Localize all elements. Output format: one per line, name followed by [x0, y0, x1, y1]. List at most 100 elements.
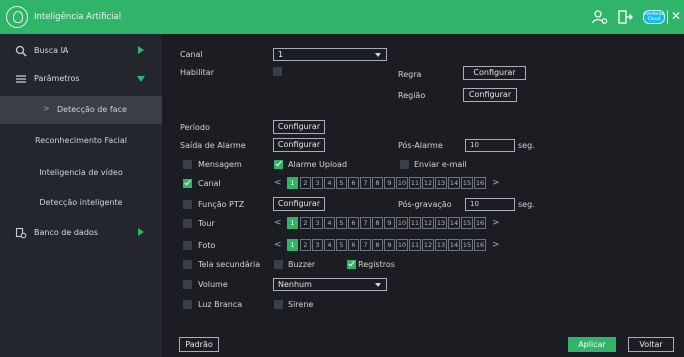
pos-alarme-label: Pós-Alarme	[398, 141, 443, 150]
canal-checkbox[interactable]	[183, 179, 192, 188]
channel-3[interactable]: 3	[312, 239, 323, 251]
channel-13[interactable]: 13	[435, 177, 447, 189]
habilitar-checkbox[interactable]	[273, 67, 282, 76]
pager-prev-button[interactable]: <	[274, 239, 282, 251]
funcao-ptz-label: Função PTZ	[198, 200, 245, 209]
pager-next-button[interactable]: >	[492, 239, 500, 251]
registros-label: Registros	[358, 260, 395, 269]
channel-9[interactable]: 9	[384, 177, 395, 189]
channel-1[interactable]: 1	[287, 217, 298, 229]
channel-10[interactable]: 10	[396, 217, 408, 229]
channel-10[interactable]: 10	[396, 177, 408, 189]
channel-7[interactable]: 7	[360, 177, 371, 189]
volume-select[interactable]: Nenhum	[273, 278, 387, 291]
channel-7[interactable]: 7	[360, 239, 371, 251]
canal-select[interactable]: 1	[273, 48, 387, 61]
sidebar-item-inteligencia-de-video[interactable]: Inteligencia de vídeo	[0, 159, 162, 187]
volume-checkbox[interactable]	[183, 280, 192, 289]
channel-9[interactable]: 9	[384, 239, 395, 251]
channel-15[interactable]: 15	[461, 239, 473, 251]
enviar-email-checkbox[interactable]	[400, 160, 409, 169]
sidebar-item-reconhecimento-facial[interactable]: Reconhecimento Facial	[0, 127, 162, 155]
channel-13[interactable]: 13	[435, 239, 447, 251]
channel-11[interactable]: 11	[409, 177, 421, 189]
registros-checkbox[interactable]	[347, 260, 356, 269]
ptz-configurar-button[interactable]: Configurar	[273, 197, 325, 211]
channel-8[interactable]: 8	[372, 217, 383, 229]
aplicar-button[interactable]: Aplicar	[568, 337, 616, 352]
logout-icon[interactable]	[617, 9, 633, 25]
channel-6[interactable]: 6	[348, 239, 359, 251]
voltar-button[interactable]: Voltar	[628, 337, 674, 352]
pager-next-button[interactable]: >	[492, 217, 500, 229]
saida-configurar-button[interactable]: Configurar	[273, 138, 325, 152]
funcao-ptz-checkbox[interactable]	[183, 200, 192, 209]
channel-6[interactable]: 6	[348, 217, 359, 229]
mensagem-checkbox[interactable]	[183, 160, 192, 169]
channel-4[interactable]: 4	[324, 177, 335, 189]
channel-4[interactable]: 4	[324, 239, 335, 251]
channel-5[interactable]: 5	[336, 177, 347, 189]
sidebar-item-label: Banco de dados	[34, 228, 98, 237]
channel-6[interactable]: 6	[348, 177, 359, 189]
sirene-label: Sirene	[288, 300, 314, 309]
pos-gravacao-input[interactable]: 10	[465, 198, 515, 211]
sirene-checkbox[interactable]	[274, 300, 283, 309]
channel-2[interactable]: 2	[300, 177, 311, 189]
channel-16[interactable]: 16	[474, 217, 486, 229]
list-icon	[16, 75, 26, 83]
user-settings-icon[interactable]	[592, 9, 608, 25]
channel-7[interactable]: 7	[360, 217, 371, 229]
cloud-icon[interactable]: Intelbras Cloud	[643, 10, 665, 24]
pager-next-button[interactable]: >	[492, 177, 500, 189]
channel-8[interactable]: 8	[372, 239, 383, 251]
channel-15[interactable]: 15	[461, 177, 473, 189]
channel-12[interactable]: 12	[422, 217, 434, 229]
channel-10[interactable]: 10	[396, 239, 408, 251]
padrao-button[interactable]: Padrão	[179, 337, 219, 352]
channel-2[interactable]: 2	[300, 239, 311, 251]
channel-8[interactable]: 8	[372, 177, 383, 189]
channel-11[interactable]: 11	[409, 239, 421, 251]
pager-prev-button[interactable]: <	[274, 177, 282, 189]
channel-5[interactable]: 5	[336, 217, 347, 229]
sidebar-item-parametros[interactable]: Parâmetros	[0, 66, 162, 92]
alarme-upload-checkbox[interactable]	[274, 160, 283, 169]
channel-16[interactable]: 16	[474, 177, 486, 189]
channel-14[interactable]: 14	[448, 177, 460, 189]
pos-alarme-input[interactable]: 10	[465, 139, 515, 152]
channel-2[interactable]: 2	[300, 217, 311, 229]
channel-3[interactable]: 3	[312, 217, 323, 229]
channel-12[interactable]: 12	[422, 177, 434, 189]
channel-1[interactable]: 1	[287, 239, 298, 251]
channel-9[interactable]: 9	[384, 217, 395, 229]
sidebar-item-deteccao-inteligente[interactable]: Detecção inteligente	[0, 189, 162, 217]
sidebar-item-busca-ia[interactable]: Busca IA	[0, 38, 162, 64]
regra-configurar-button[interactable]: Configurar	[463, 66, 526, 80]
channel-14[interactable]: 14	[448, 239, 460, 251]
periodo-configurar-button[interactable]: Configurar	[273, 120, 325, 134]
channel-11[interactable]: 11	[409, 217, 421, 229]
foto-checkbox[interactable]	[183, 241, 192, 250]
close-icon[interactable]: ✕	[671, 9, 681, 23]
channel-14[interactable]: 14	[448, 217, 460, 229]
channel-4[interactable]: 4	[324, 217, 335, 229]
pager-prev-button[interactable]: <	[274, 217, 282, 229]
buzzer-checkbox[interactable]	[274, 260, 283, 269]
tela-secundaria-checkbox[interactable]	[183, 260, 192, 269]
sidebar-item-banco-de-dados[interactable]: Banco de dados	[0, 220, 162, 246]
channel-5[interactable]: 5	[336, 239, 347, 251]
luz-branca-checkbox[interactable]	[183, 300, 192, 309]
channel-13[interactable]: 13	[435, 217, 447, 229]
regiao-configurar-button[interactable]: Configurar	[463, 88, 517, 102]
channel-15[interactable]: 15	[461, 217, 473, 229]
channel-1[interactable]: 1	[287, 177, 298, 189]
database-icon	[15, 227, 27, 239]
channel-16[interactable]: 16	[474, 239, 486, 251]
expand-arrow-icon	[138, 46, 144, 54]
tour-checkbox[interactable]	[183, 219, 192, 228]
channel-12[interactable]: 12	[422, 239, 434, 251]
channel-3[interactable]: 3	[312, 177, 323, 189]
sidebar-item-deteccao-de-face[interactable]: > Detecção de face	[0, 96, 162, 124]
ai-face-logo-icon	[6, 6, 28, 28]
